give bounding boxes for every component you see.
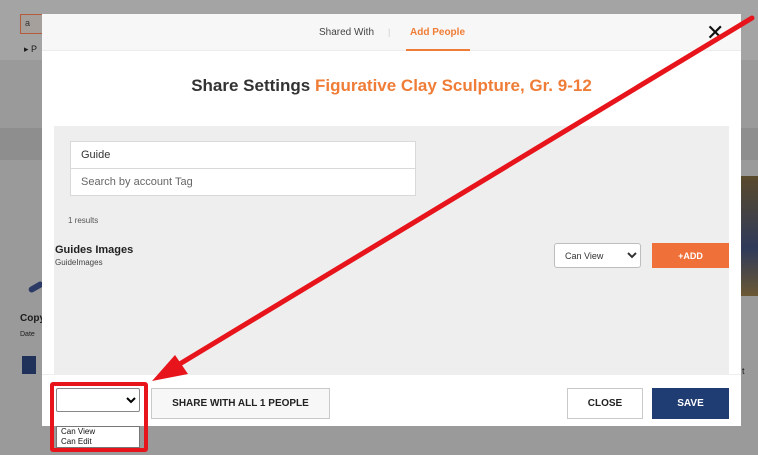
annotation-arrow-icon [152,15,755,381]
annotation-arrow-head [152,355,188,381]
annotation-arrow-shaft [175,15,755,368]
